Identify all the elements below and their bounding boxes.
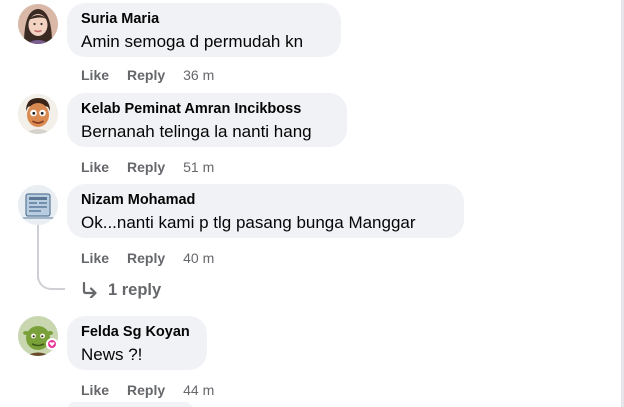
comment-author[interactable]: Nizam Mohamad (81, 191, 450, 209)
comment-author[interactable]: Kelab Peminat Amran Incikboss (81, 100, 333, 118)
avatar[interactable] (18, 4, 58, 44)
comment-author[interactable]: Felda Sg Koyan (81, 323, 193, 341)
thread-connector (37, 266, 65, 290)
like-button[interactable]: Like (81, 382, 109, 398)
comment-text: News ?! (81, 345, 143, 364)
like-button[interactable]: Like (81, 250, 109, 266)
comment-bubble: Kelab Peminat Amran Incikboss Bernanah t… (67, 93, 347, 147)
next-comment-bubble (67, 402, 193, 407)
like-button[interactable]: Like (81, 159, 109, 175)
comment-actions: Like Reply 40 m (81, 248, 214, 268)
comment-text: Bernanah telinga la nanti hang (81, 122, 312, 141)
comment-actions: Like Reply 44 m (81, 380, 214, 400)
comment-bubble: Nizam Mohamad Ok...nanti kami p tlg pasa… (67, 184, 464, 238)
avatar[interactable] (18, 94, 58, 134)
reply-button[interactable]: Reply (127, 159, 165, 175)
document-avatar-icon (18, 185, 58, 225)
reply-arrow-icon (82, 282, 97, 298)
comment-text: Amin semoga d permudah kn (81, 32, 304, 51)
comment-actions: Like Reply 51 m (81, 157, 214, 177)
woman-avatar-icon (18, 4, 58, 44)
avatar[interactable] (18, 185, 58, 225)
comment-timestamp[interactable]: 36 m (183, 67, 214, 83)
comment-bubble: Felda Sg Koyan News ?! (67, 316, 207, 370)
like-button[interactable]: Like (81, 67, 109, 83)
reply-button[interactable]: Reply (127, 382, 165, 398)
comment-timestamp[interactable]: 40 m (183, 250, 214, 266)
comment-text: Ok...nanti kami p tlg pasang bunga Mangg… (81, 213, 416, 232)
comment-timestamp[interactable]: 51 m (183, 159, 214, 175)
comment-actions: Like Reply 36 m (81, 65, 214, 85)
comment-timestamp[interactable]: 44 m (183, 382, 214, 398)
green-ogre-avatar-icon (18, 316, 58, 356)
online-badge (46, 338, 58, 350)
heart-icon (49, 342, 55, 347)
comment-author[interactable]: Suria Maria (81, 10, 327, 28)
view-replies-link[interactable]: 1 reply (81, 278, 161, 302)
reply-button[interactable]: Reply (127, 250, 165, 266)
cartoon-man-avatar-icon (18, 94, 58, 134)
view-replies-label: 1 reply (108, 280, 162, 299)
reply-button[interactable]: Reply (127, 67, 165, 83)
avatar[interactable] (18, 316, 58, 356)
comment-bubble: Suria Maria Amin semoga d permudah kn (67, 3, 341, 57)
